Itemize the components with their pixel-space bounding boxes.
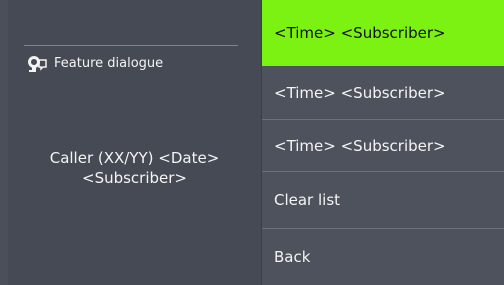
phone-display: Feature dialogue Caller (XX/YY) <Date> <… <box>0 0 504 285</box>
menu-item-label: <Time> <Subscriber> <box>274 24 446 42</box>
feature-dialogue-label: Feature dialogue <box>54 56 164 71</box>
menu-item-label: <Time> <Subscriber> <box>274 136 446 155</box>
caller-line-date: Caller (XX/YY) <Date> <box>49 149 220 167</box>
menu-item-call-1[interactable]: <Time> <Subscriber> <box>262 0 504 66</box>
menu-item-label: Clear list <box>274 191 341 209</box>
feature-dialogue-header: Feature dialogue <box>26 54 163 74</box>
menu-item-call-2[interactable]: <Time> <Subscriber> <box>262 66 504 120</box>
menu-item-clear-list[interactable]: Clear list <box>262 172 504 229</box>
divider <box>24 45 238 46</box>
menu-item-back[interactable]: Back <box>262 229 504 285</box>
caller-line-subscriber: <Subscriber> <box>82 169 187 187</box>
info-panel <box>8 0 261 285</box>
menu-item-call-3[interactable]: <Time> <Subscriber> <box>262 120 504 172</box>
menu-item-label: <Time> <Subscriber> <box>274 83 446 102</box>
caller-info: Caller (XX/YY) <Date> <Subscriber> <box>8 148 261 188</box>
feature-dialogue-icon <box>28 56 47 72</box>
menu-item-label: Back <box>274 248 311 266</box>
call-list-menu: <Time> <Subscriber> <Time> <Subscriber> … <box>262 0 504 285</box>
